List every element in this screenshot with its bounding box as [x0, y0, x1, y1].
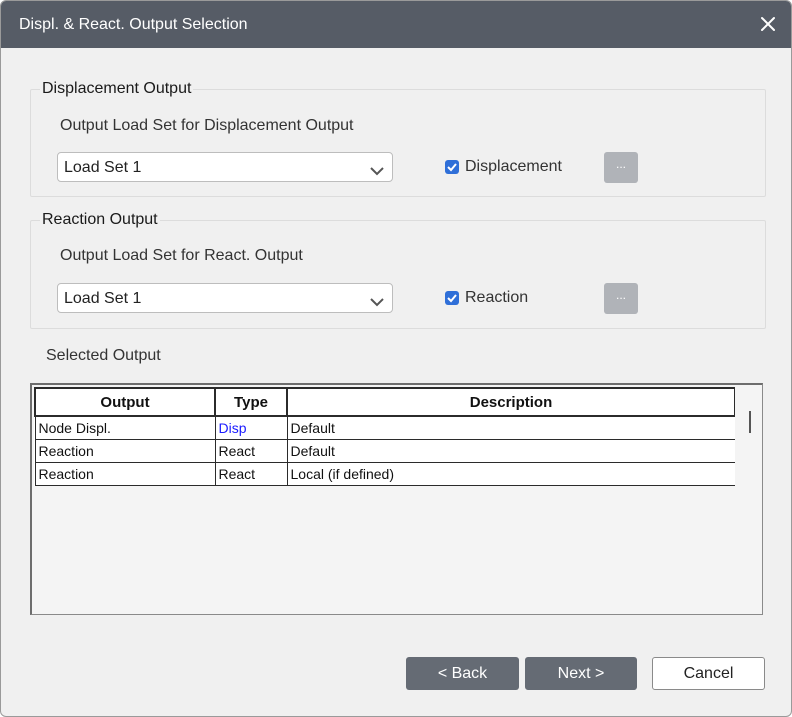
cell-description: Default — [286, 439, 736, 463]
column-header-output[interactable]: Output — [34, 387, 216, 417]
dialog-title: Displ. & React. Output Selection — [19, 16, 248, 33]
cell-output: Node Displ. — [34, 415, 216, 440]
column-header-description[interactable]: Description — [286, 387, 736, 417]
column-header-type[interactable]: Type — [214, 387, 288, 417]
reaction-more-button[interactable]: ... — [604, 283, 638, 314]
cell-output: Reaction — [34, 462, 216, 486]
displacement-load-set-combo[interactable]: Load Set 1 — [57, 152, 393, 182]
cell-type: Disp — [214, 415, 288, 440]
close-icon[interactable] — [757, 13, 779, 35]
displacement-load-set-value: Load Set 1 — [64, 159, 142, 176]
checkbox-checked-icon — [445, 160, 459, 174]
title-bar[interactable]: Displ. & React. Output Selection — [1, 1, 791, 48]
cell-description: Default — [286, 415, 736, 440]
cell-type: React — [214, 439, 288, 463]
displacement-more-button[interactable]: ... — [604, 152, 638, 183]
selected-output-label: Selected Output — [46, 347, 161, 364]
next-button[interactable]: Next > — [525, 657, 637, 690]
selected-output-grid[interactable]: Output Type Description Node Displ. Disp… — [30, 383, 763, 615]
reaction-checkbox-label: Reaction — [465, 289, 529, 306]
displacement-output-legend: Displacement Output — [40, 80, 194, 98]
cancel-button[interactable]: Cancel — [652, 657, 765, 690]
table-row[interactable]: Node Displ. Disp Default — [34, 415, 736, 440]
reaction-output-legend: Reaction Output — [40, 211, 160, 229]
reaction-load-set-combo[interactable]: Load Set 1 — [57, 283, 393, 313]
cell-description: Local (if defined) — [286, 462, 736, 486]
checkbox-checked-icon — [445, 291, 459, 305]
table-row[interactable]: Reaction React Local (if defined) — [34, 462, 736, 486]
selected-output-table: Output Type Description Node Displ. Disp… — [34, 387, 736, 486]
reaction-load-set-value: Load Set 1 — [64, 290, 142, 307]
chevron-down-icon — [370, 294, 384, 312]
vertical-scrollbar[interactable] — [735, 385, 761, 613]
displacement-load-set-label: Output Load Set for Displacement Output — [60, 117, 354, 134]
cell-type: React — [214, 462, 288, 486]
back-button[interactable]: < Back — [406, 657, 519, 690]
table-row[interactable]: Reaction React Default — [34, 439, 736, 463]
displacement-checkbox-label: Displacement — [465, 158, 562, 175]
dialog-window: Displ. & React. Output Selection Displac… — [0, 0, 792, 717]
scrollbar-thumb[interactable] — [749, 411, 751, 433]
cell-output: Reaction — [34, 439, 216, 463]
chevron-down-icon — [370, 163, 384, 181]
reaction-load-set-label: Output Load Set for React. Output — [60, 247, 303, 264]
